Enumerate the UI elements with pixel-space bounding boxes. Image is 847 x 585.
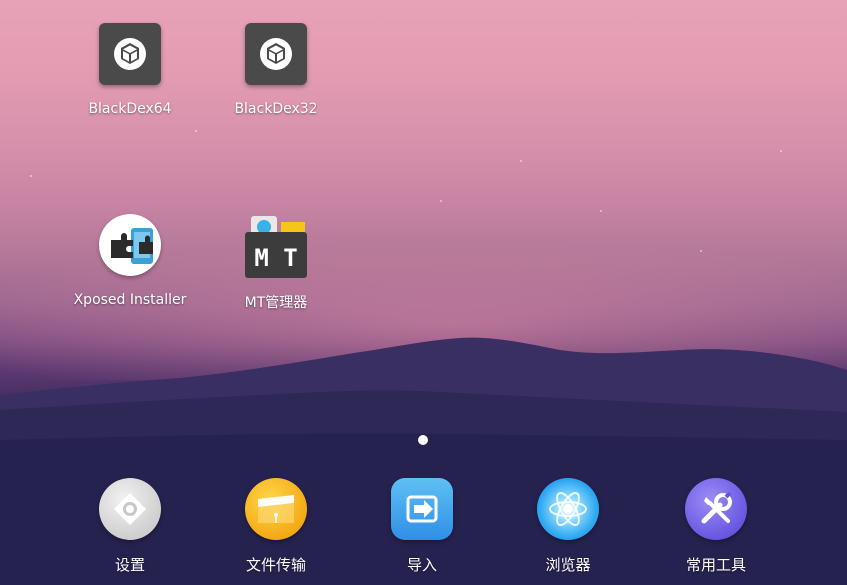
app-label: BlackDex64: [88, 101, 172, 117]
cube-icon: [245, 23, 307, 85]
dock-app-browser[interactable]: 浏览器: [498, 478, 638, 575]
app-label: 文件传输: [245, 556, 306, 574]
tools-icon: [685, 478, 747, 540]
browser-icon: [537, 478, 599, 540]
app-label: 设置: [114, 556, 145, 574]
svg-text:M T: M T: [254, 244, 297, 272]
import-icon: [391, 478, 453, 540]
app-label: 常用工具: [685, 556, 746, 574]
settings-icon: [99, 478, 161, 540]
app-xposed-installer[interactable]: Xposed Installer: [60, 214, 200, 308]
app-label: BlackDex32: [234, 101, 318, 117]
dock-app-common-tools[interactable]: 常用工具: [646, 478, 786, 575]
app-blackdex32[interactable]: BlackDex32: [206, 23, 346, 117]
home-screen: BlackDex64 BlackDex32 Xposed Installer M…: [0, 0, 847, 585]
folder-icon: [245, 478, 307, 540]
cube-icon: [99, 23, 161, 85]
dock-app-file-transfer[interactable]: 文件传输: [206, 478, 346, 575]
dock-app-import[interactable]: 导入: [352, 478, 492, 575]
app-label: 导入: [406, 556, 437, 574]
dock-app-settings[interactable]: 设置: [60, 478, 200, 575]
app-mt-manager[interactable]: M T MT管理器: [206, 214, 346, 312]
app-label: MT管理器: [244, 295, 308, 311]
app-blackdex64[interactable]: BlackDex64: [60, 23, 200, 117]
puzzle-icon: [99, 214, 161, 276]
app-label: Xposed Installer: [73, 292, 187, 308]
mt-logo-icon: M T: [245, 214, 307, 278]
page-indicator-dot: [418, 435, 428, 445]
app-label: 浏览器: [545, 556, 591, 574]
